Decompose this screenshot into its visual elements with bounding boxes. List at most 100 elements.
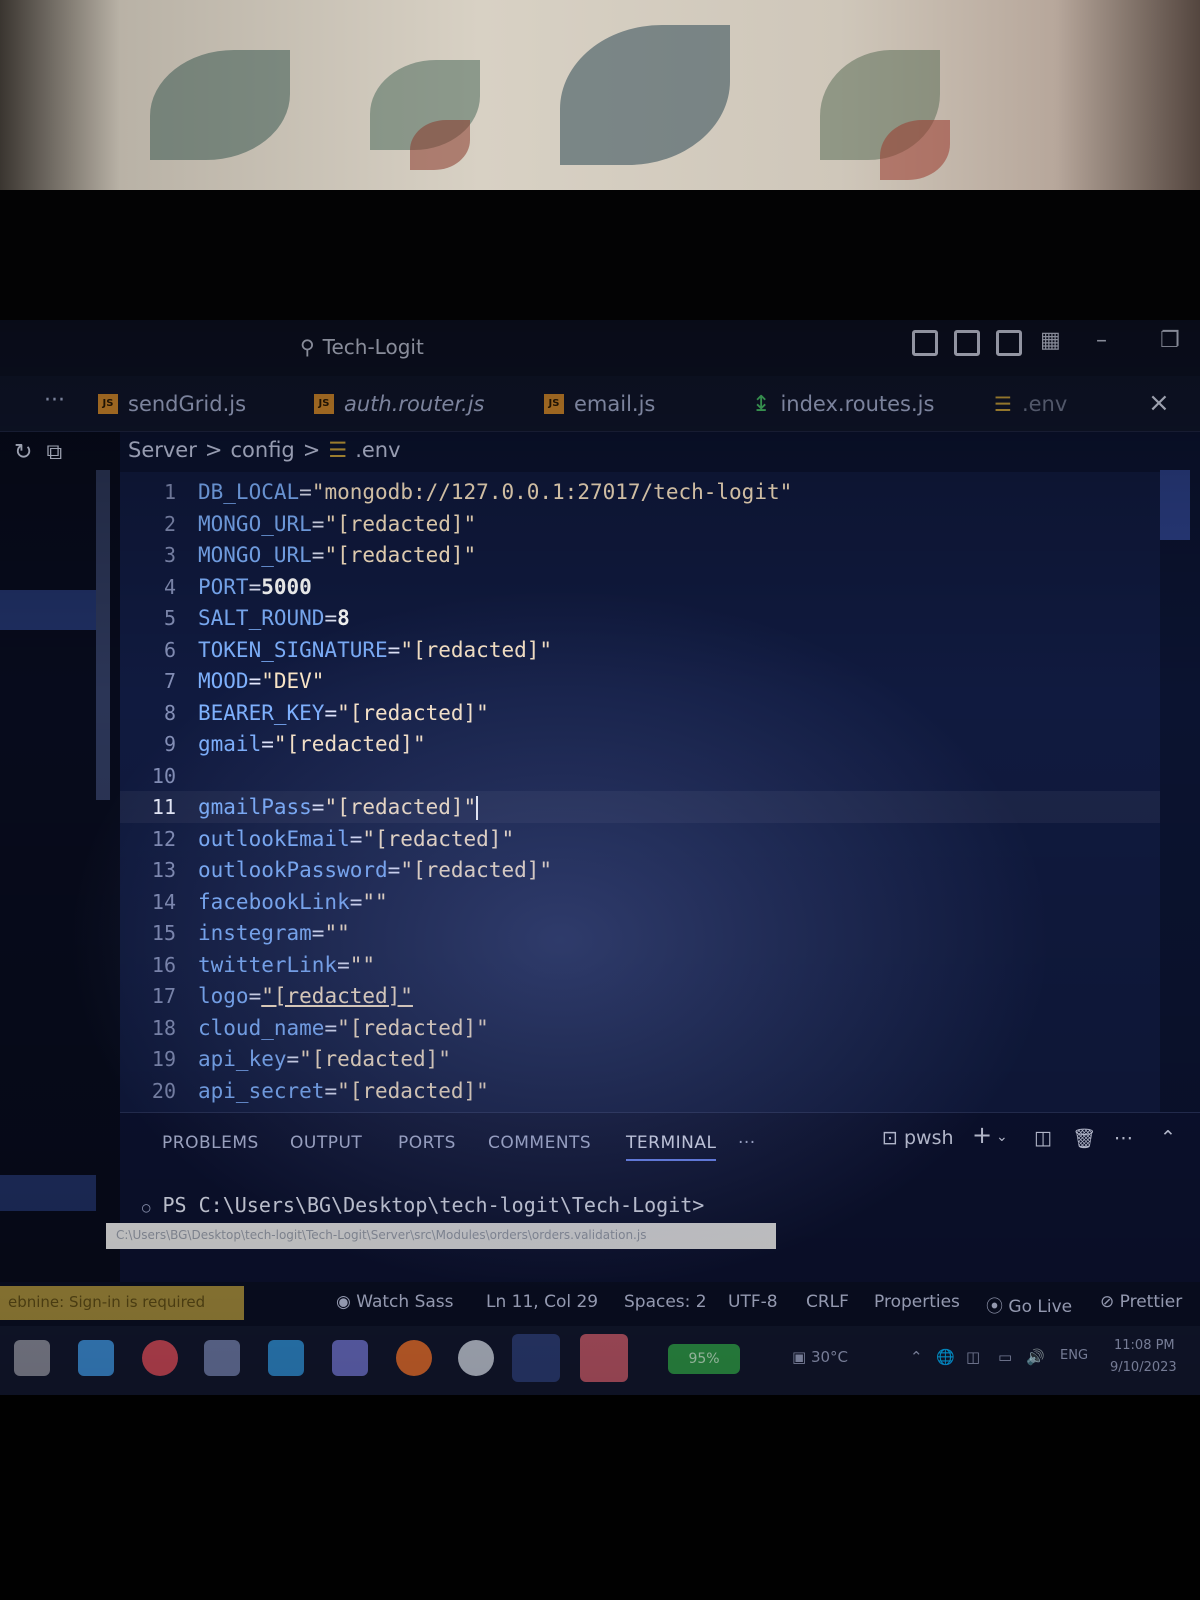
line-number: 19 xyxy=(151,1047,176,1071)
code-line[interactable]: 13 outlookPassword="[redacted]" xyxy=(120,854,1160,886)
firefox-icon[interactable] xyxy=(396,1340,432,1376)
mail-icon[interactable] xyxy=(78,1340,114,1376)
code-line[interactable]: 20 api_secret="[redacted]" xyxy=(120,1075,1160,1107)
toggle-secondary-sidebar-icon[interactable] xyxy=(996,330,1022,356)
code-line[interactable]: 2 MONGO_URL="[redacted]" xyxy=(120,508,1160,540)
display-icon[interactable]: ▭ xyxy=(998,1348,1012,1366)
weather-widget[interactable]: ▣ 30°C xyxy=(792,1348,848,1366)
windows-taskbar: 95% ▣ 30°C ⌃ 🌐 ◫ ▭ 🔊 ENG 11:08 PM 9/10/2… xyxy=(0,1326,1200,1395)
split-terminal-icon[interactable]: ◫ xyxy=(1034,1127,1052,1149)
code-line[interactable]: 16 twitterLink="" xyxy=(120,949,1160,981)
chevron-down-icon[interactable]: ⌄ xyxy=(996,1129,1008,1145)
input-language[interactable]: ENG xyxy=(1060,1348,1088,1363)
tab-label: auth.router.js xyxy=(344,392,485,416)
code-text: PORT=5000 xyxy=(198,575,312,599)
network-icon[interactable]: 🌐 xyxy=(936,1348,955,1366)
line-number: 6 xyxy=(163,637,176,662)
code-line[interactable]: 14 facebookLink="" xyxy=(120,886,1160,918)
explorer-hover-item[interactable] xyxy=(0,1175,96,1211)
env-value: "DEV" xyxy=(261,669,325,693)
refresh-icon[interactable]: ↻ xyxy=(14,440,32,465)
terminal-shell-selector[interactable]: ⊡ pwsh xyxy=(882,1127,954,1149)
code-line[interactable]: 18 cloud_name="[redacted]" xyxy=(120,1012,1160,1044)
env-value: "mongodb://127.0.0.1:27017/tech-logit" xyxy=(311,480,793,504)
command-center-search[interactable]: ⚲ Tech-Logit xyxy=(300,328,720,366)
laptop-screen: ⚲ Tech-Logit ▦ – ❐ ··· JS sendGrid.js JS… xyxy=(0,320,1200,1395)
panel-overflow-icon[interactable]: ⋯ xyxy=(1114,1127,1133,1149)
code-editor[interactable]: 1 DB_LOCAL="mongodb://127.0.0.1:27017/tec… xyxy=(120,472,1160,1112)
restore-icon[interactable]: ❐ xyxy=(1160,328,1180,353)
line-ending[interactable]: CRLF xyxy=(806,1292,849,1312)
code-line[interactable]: 10 xyxy=(120,760,1160,792)
code-line[interactable]: 19 api_key="[redacted]" xyxy=(120,1043,1160,1075)
cursor-position[interactable]: Ln 11, Col 29 xyxy=(486,1292,598,1312)
encoding[interactable]: UTF-8 xyxy=(728,1292,778,1312)
store-icon[interactable] xyxy=(204,1340,240,1376)
code-line[interactable]: 12 outlookEmail="[redacted]" xyxy=(120,823,1160,855)
minimize-icon[interactable]: – xyxy=(1096,328,1107,353)
breadcrumb-file[interactable]: .env xyxy=(355,438,400,462)
chrome-icon[interactable] xyxy=(142,1340,178,1376)
tray-chevron-icon[interactable]: ⌃ xyxy=(910,1348,923,1366)
customize-layout-icon[interactable]: ▦ xyxy=(1040,328,1061,353)
maximize-panel-icon[interactable]: ⌃ xyxy=(1160,1127,1176,1149)
explorer-scrollbar[interactable] xyxy=(96,470,110,800)
code-line[interactable]: 11 gmailPass="[redacted]" xyxy=(120,791,1160,823)
code-text: api_secret="[redacted]" xyxy=(198,1079,489,1103)
more-actions-icon[interactable]: ··· xyxy=(44,388,65,413)
app-icon[interactable] xyxy=(580,1334,628,1382)
terminal-output[interactable]: ○ PS C:\Users\BG\Desktop\tech-logit\Tech… xyxy=(142,1193,704,1217)
code-line[interactable]: 17 logo="[redacted]" xyxy=(120,980,1160,1012)
indentation[interactable]: Spaces: 2 xyxy=(624,1292,707,1312)
tab-env[interactable]: ☰ .env xyxy=(994,388,1067,420)
tab-output[interactable]: OUTPUT xyxy=(290,1133,362,1153)
new-terminal-icon[interactable]: + xyxy=(972,1121,992,1149)
vscode-alt-icon[interactable] xyxy=(268,1340,304,1376)
tab-terminal[interactable]: TERMINAL xyxy=(626,1133,717,1161)
close-tab-icon[interactable]: × xyxy=(1148,388,1170,418)
code-line[interactable]: 5 SALT_ROUND=8 xyxy=(120,602,1160,634)
env-key: instegram xyxy=(198,921,312,945)
laptop-bezel-bottom xyxy=(0,1395,1200,1600)
settings-icon[interactable] xyxy=(458,1340,494,1376)
vscode-icon[interactable] xyxy=(512,1334,560,1382)
teams-icon[interactable] xyxy=(332,1340,368,1376)
clock-date[interactable]: 9/10/2023 xyxy=(1110,1360,1177,1375)
tab-email[interactable]: JS email.js xyxy=(544,388,655,420)
tab-comments[interactable]: COMMENTS xyxy=(488,1133,591,1153)
code-line[interactable]: 3 MONGO_URL="[redacted]" xyxy=(120,539,1160,571)
tab-ports[interactable]: PORTS xyxy=(398,1133,456,1153)
battery-indicator[interactable]: 95% xyxy=(668,1344,740,1374)
breadcrumb-config[interactable]: config xyxy=(230,438,294,462)
file-explorer-icon[interactable] xyxy=(14,1340,50,1376)
breadcrumb-server[interactable]: Server xyxy=(128,438,197,462)
trash-icon[interactable]: 🗑 xyxy=(1072,1127,1096,1150)
clock-time[interactable]: 11:08 PM xyxy=(1114,1338,1175,1353)
code-line[interactable]: 7 MOOD="DEV" xyxy=(120,665,1160,697)
code-line[interactable]: 15 instegram="" xyxy=(120,917,1160,949)
editor-scrollbar[interactable] xyxy=(1160,470,1190,540)
watch-sass-button[interactable]: ◉ Watch Sass xyxy=(336,1292,454,1312)
line-number: 15 xyxy=(151,921,176,945)
code-line[interactable]: 4 PORT=5000 xyxy=(120,571,1160,603)
battery-icon[interactable]: ◫ xyxy=(966,1348,980,1366)
code-text: instegram="" xyxy=(198,921,350,945)
tab-auth-router[interactable]: JS auth.router.js xyxy=(314,388,485,420)
toggle-panel-icon[interactable] xyxy=(954,330,980,356)
prettier-button[interactable]: ⊘ Prettier xyxy=(1100,1292,1182,1312)
code-line[interactable]: 9 gmail="[redacted]" xyxy=(120,728,1160,760)
toggle-primary-sidebar-icon[interactable] xyxy=(912,330,938,356)
sign-in-warning[interactable]: ebnine: Sign-in is required xyxy=(0,1286,244,1320)
tab-sendgrid[interactable]: JS sendGrid.js xyxy=(98,388,246,420)
code-line[interactable]: 1 DB_LOCAL="mongodb://127.0.0.1:27017/tec… xyxy=(120,476,1160,508)
explorer-selected-item[interactable] xyxy=(0,590,96,630)
go-live-button[interactable]: ⦿ Go Live xyxy=(986,1292,1072,1317)
collapse-all-icon[interactable]: ⧉ xyxy=(46,440,62,465)
panel-more-icon[interactable]: ··· xyxy=(738,1133,756,1153)
code-line[interactable]: 6 TOKEN_SIGNATURE="[redacted]" xyxy=(120,634,1160,666)
volume-icon[interactable]: 🔊 xyxy=(1026,1348,1045,1366)
tab-problems[interactable]: PROBLEMS xyxy=(162,1133,259,1153)
language-mode[interactable]: Properties xyxy=(874,1292,960,1312)
code-line[interactable]: 8 BEARER_KEY="[redacted]" xyxy=(120,697,1160,729)
tab-index-routes[interactable]: ↨ index.routes.js xyxy=(752,388,934,420)
